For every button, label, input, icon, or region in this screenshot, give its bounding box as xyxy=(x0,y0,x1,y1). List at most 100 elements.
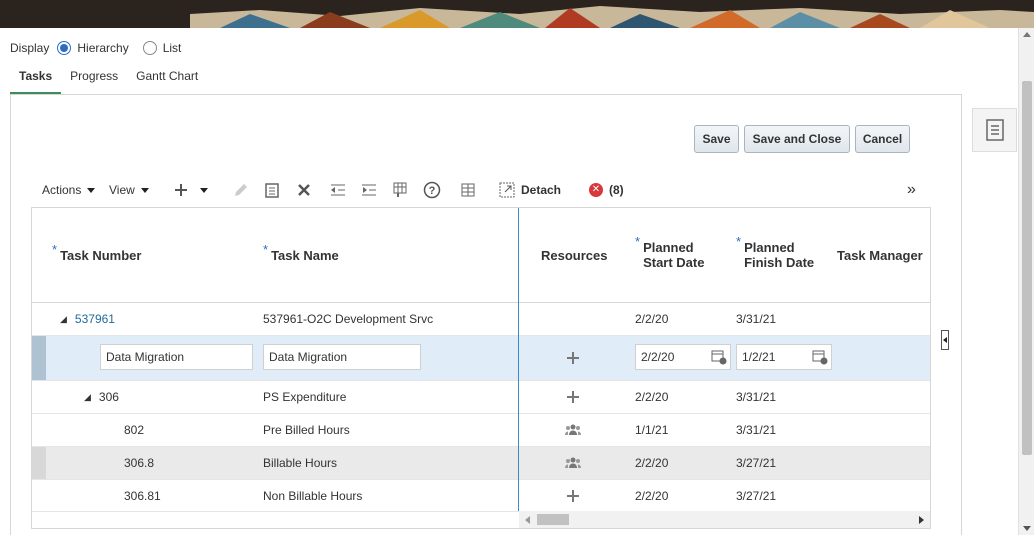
duplicate-button[interactable] xyxy=(265,180,279,200)
start-date-cell: 2/2/20 xyxy=(635,390,669,404)
display-label: Display xyxy=(10,41,50,55)
page-vertical-scrollbar[interactable] xyxy=(1018,28,1034,535)
errors-indicator[interactable]: ✕ (8) xyxy=(589,180,624,200)
tasks-table: * Task Number * Task Name Resources * Plan… xyxy=(31,207,931,529)
planned-finish-line2: Finish Date xyxy=(744,255,815,270)
start-date-cell: 2/2/20 xyxy=(635,312,669,326)
detach-icon xyxy=(499,182,515,198)
panel-collapse-handle[interactable] xyxy=(941,330,949,350)
save-button[interactable]: Save xyxy=(694,125,739,153)
task-name-input[interactable]: Data Migration xyxy=(263,344,421,370)
header-banner xyxy=(0,0,1034,28)
horizontal-scroll-thumb[interactable] xyxy=(537,514,569,525)
finish-date-value: 1/2/21 xyxy=(742,350,776,364)
tab-bar: Tasks Progress Gantt Chart xyxy=(10,64,207,95)
list-radio[interactable] xyxy=(142,41,157,55)
start-date-value: 2/2/20 xyxy=(641,350,675,364)
banner-decoration xyxy=(0,0,1034,28)
task-number-cell: 306.8 xyxy=(124,456,155,470)
start-date-cell: 2/2/20 xyxy=(635,488,669,503)
calendar-icon[interactable] xyxy=(812,349,828,365)
chevron-down-icon xyxy=(140,187,149,193)
task-name-cell: PS Expenditure xyxy=(263,390,347,404)
tab-tasks[interactable]: Tasks xyxy=(10,64,62,95)
add-task-button[interactable] xyxy=(174,180,208,200)
indent-button[interactable] xyxy=(361,180,377,200)
help-button[interactable]: ? xyxy=(423,180,441,200)
overflow-button[interactable]: » xyxy=(907,180,916,200)
task-number-input[interactable]: Data Migration xyxy=(100,344,253,370)
edit-icon xyxy=(235,184,247,196)
grid-horizontal-scrollbar[interactable] xyxy=(519,511,930,528)
finish-date-input[interactable]: 1/2/21 xyxy=(736,344,832,370)
freeze-button[interactable] xyxy=(460,180,476,200)
add-resource-button[interactable] xyxy=(566,381,580,413)
task-name-header-label: Task Name xyxy=(271,247,339,263)
freeze-icon xyxy=(461,183,475,197)
view-menu-label: View xyxy=(109,183,135,197)
column-header-planned-start[interactable]: * Planned Start Date xyxy=(635,208,735,302)
add-icon xyxy=(175,184,187,196)
chevron-down-icon[interactable] xyxy=(200,187,208,193)
task-name-cell: Non Billable Hours xyxy=(263,488,363,503)
detach-label: Detach xyxy=(521,183,562,197)
table-row[interactable]: ◢ 537961 537961-O2C Development Srvc 2/2… xyxy=(32,303,930,336)
resources-button[interactable] xyxy=(565,414,581,446)
add-resource-button[interactable] xyxy=(566,336,580,380)
cancel-button[interactable]: Cancel xyxy=(855,125,910,153)
tab-progress[interactable]: Progress xyxy=(61,64,127,95)
task-number-cell: ◢ 306 xyxy=(84,381,119,413)
error-count: (8) xyxy=(609,183,624,197)
tab-gantt-chart[interactable]: Gantt Chart xyxy=(127,64,207,95)
people-icon xyxy=(565,457,581,468)
collapse-triangle-icon[interactable]: ◢ xyxy=(60,314,67,325)
calendar-icon[interactable] xyxy=(711,349,727,365)
table-row-selected[interactable]: Data Migration Data Migration 2/2/20 1/2… xyxy=(32,336,930,381)
table-row[interactable]: 306.8 Billable Hours 2/2/20 3/27/21 xyxy=(32,447,930,480)
add-resource-button[interactable] xyxy=(566,480,580,511)
add-icon xyxy=(567,489,579,502)
resources-button[interactable] xyxy=(565,447,581,479)
column-header-task-name[interactable]: * Task Name xyxy=(263,208,503,302)
table-row[interactable]: 306.81 Non Billable Hours 2/2/20 3/27/21 xyxy=(32,480,930,512)
edit-button[interactable] xyxy=(233,180,249,200)
column-header-task-number[interactable]: * Task Number xyxy=(52,208,252,302)
view-menu[interactable]: View xyxy=(109,180,149,200)
detach-button[interactable]: Detach xyxy=(499,180,561,200)
outdent-button[interactable] xyxy=(330,180,346,200)
side-panel-toggle[interactable] xyxy=(972,108,1017,152)
scroll-down-arrow-icon[interactable] xyxy=(1023,526,1031,531)
scroll-thumb[interactable] xyxy=(1022,81,1032,455)
task-name-cell: Billable Hours xyxy=(263,456,338,470)
save-and-close-button[interactable]: Save and Close xyxy=(744,125,850,153)
actions-menu[interactable]: Actions xyxy=(42,180,96,200)
scroll-right-arrow-icon[interactable] xyxy=(919,516,924,524)
scroll-up-arrow-icon[interactable] xyxy=(1023,32,1031,37)
add-icon xyxy=(567,391,579,403)
column-header-resources[interactable]: Resources xyxy=(541,208,621,302)
collapse-triangle-icon[interactable]: ◢ xyxy=(84,392,91,403)
task-number-link[interactable]: 537961 xyxy=(75,312,115,326)
hierarchy-radio[interactable] xyxy=(57,41,72,55)
column-header-task-manager[interactable]: Task Manager xyxy=(837,208,930,302)
outdent-icon xyxy=(331,184,345,196)
svg-text:?: ? xyxy=(429,185,436,197)
scroll-left-arrow-icon[interactable] xyxy=(525,516,530,524)
planned-finish-header-text: Planned Finish Date xyxy=(744,240,814,270)
frozen-column-divider[interactable] xyxy=(518,208,519,511)
task-number-text: 306 xyxy=(98,390,119,404)
table-row[interactable]: ◢ 306 PS Expenditure 2/2/20 3/31/21 xyxy=(32,381,930,414)
list-radio-label[interactable]: List xyxy=(163,41,182,55)
planned-start-header-text: Planned Start Date xyxy=(643,240,704,270)
manage-columns-button[interactable] xyxy=(392,180,408,200)
task-number-cell: ◢ 537961 xyxy=(60,303,115,335)
hierarchy-radio-label[interactable]: Hierarchy xyxy=(77,41,128,55)
row-indicator xyxy=(32,447,46,479)
delete-button[interactable] xyxy=(297,180,311,200)
table-row[interactable]: 802 Pre Billed Hours 1/1/21 3/31/21 xyxy=(32,414,930,447)
finish-date-cell: 3/31/21 xyxy=(736,390,777,404)
add-icon xyxy=(567,352,579,364)
start-date-input[interactable]: 2/2/20 xyxy=(635,344,731,370)
column-header-planned-finish[interactable]: * Planned Finish Date xyxy=(736,208,836,302)
start-date-cell: 2/2/20 xyxy=(635,456,669,470)
